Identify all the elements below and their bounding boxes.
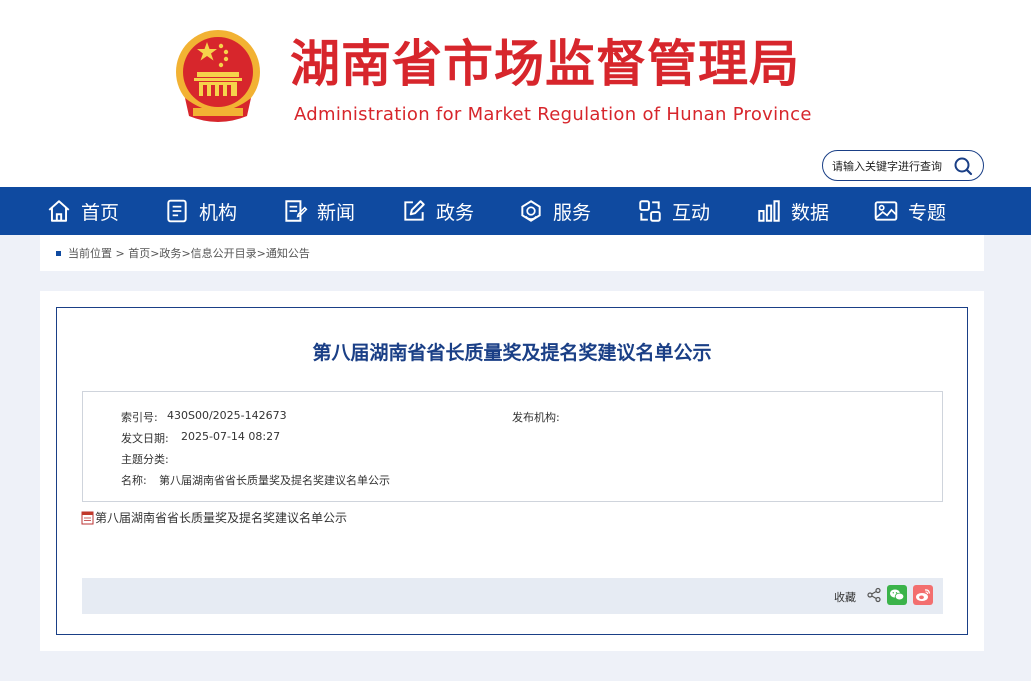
- breadcrumb-item-home[interactable]: 首页: [128, 247, 150, 260]
- nav-item-news[interactable]: 新闻: [282, 187, 355, 235]
- share-bar: 收藏: [82, 578, 943, 614]
- index-value: 430S00/2025-142673: [167, 409, 287, 422]
- interact-icon: [639, 200, 661, 222]
- wechat-icon: [890, 589, 905, 601]
- edit-icon: [404, 200, 425, 221]
- topic-label: 主题分类:: [121, 453, 169, 466]
- main-nav: 首页 机构 新闻 政务 服务 互动 数据 专题: [0, 187, 1031, 235]
- nav-label: 专题: [908, 201, 947, 224]
- collect-button[interactable]: 收藏: [834, 589, 856, 605]
- breadcrumb-item-notices[interactable]: >通知公告: [257, 247, 310, 260]
- site-title: 湖南省市场监督管理局: [290, 35, 800, 93]
- nav-label: 机构: [199, 201, 238, 224]
- index-label: 索引号:: [121, 411, 158, 424]
- nav-item-interaction[interactable]: 互动: [637, 187, 710, 235]
- content-panel: 第八届湖南省省长质量奖及提名奖建议名单公示 索引号: 430S00/2025-1…: [40, 291, 984, 651]
- nav-item-organization[interactable]: 机构: [164, 187, 237, 235]
- site-header: 湖南省市场监督管理局 Administration for Market Reg…: [0, 0, 1031, 187]
- document-icon: [81, 511, 94, 524]
- publisher-label: 发布机构:: [512, 411, 560, 424]
- search-input[interactable]: 请输入关键字进行查询: [822, 150, 984, 181]
- news-icon: [285, 200, 308, 222]
- nav-label: 互动: [672, 201, 711, 224]
- national-emblem-icon: [176, 30, 260, 122]
- nav-item-data[interactable]: 数据: [756, 187, 829, 235]
- weibo-share-button[interactable]: [913, 585, 933, 605]
- nav-item-home[interactable]: 首页: [46, 187, 119, 235]
- weibo-icon: [916, 589, 931, 601]
- share-icon[interactable]: [866, 587, 882, 603]
- bullet-icon: [56, 251, 61, 256]
- breadcrumb-item-catalog[interactable]: >信息公开目录: [181, 247, 256, 260]
- search-placeholder: 请输入关键字进行查询: [832, 160, 942, 173]
- breadcrumb-text: 当前位置 > 首页>政务>信息公开目录>通知公告: [68, 245, 310, 261]
- breadcrumb: 当前位置 > 首页>政务>信息公开目录>通知公告: [40, 235, 984, 271]
- service-icon: [521, 200, 541, 222]
- chart-icon: [758, 200, 780, 222]
- nav-label: 新闻: [317, 201, 356, 224]
- name-value: 第八届湖南省省长质量奖及提名奖建议名单公示: [159, 474, 390, 487]
- article-title: 第八届湖南省省长质量奖及提名奖建议名单公示: [312, 342, 712, 364]
- attachment-label: 第八届湖南省省长质量奖及提名奖建议名单公示: [95, 511, 348, 525]
- home-icon: [48, 200, 70, 222]
- nav-label: 服务: [553, 201, 592, 224]
- nav-item-topics[interactable]: 专题: [873, 187, 946, 235]
- nav-label: 数据: [791, 201, 830, 224]
- breadcrumb-item-affairs[interactable]: >政务: [150, 247, 181, 260]
- nav-item-affairs[interactable]: 政务: [401, 187, 474, 235]
- search-icon[interactable]: [953, 156, 973, 176]
- date-label: 发文日期:: [121, 432, 169, 445]
- nav-label: 首页: [81, 201, 120, 224]
- attachment-link[interactable]: 第八届湖南省省长质量奖及提名奖建议名单公示: [81, 509, 347, 526]
- breadcrumb-prefix: 当前位置 >: [68, 247, 129, 260]
- book-icon: [167, 199, 187, 223]
- wechat-share-button[interactable]: [887, 585, 907, 605]
- article-frame: 第八届湖南省省长质量奖及提名奖建议名单公示 索引号: 430S00/2025-1…: [56, 307, 968, 635]
- site-subtitle: Administration for Market Regulation of …: [294, 104, 812, 125]
- metadata-box: 索引号: 430S00/2025-142673 发布机构: 发文日期: 2025…: [82, 391, 943, 502]
- nav-item-service[interactable]: 服务: [518, 187, 591, 235]
- nav-label: 政务: [436, 201, 475, 224]
- image-icon: [874, 201, 898, 221]
- name-label: 名称:: [121, 474, 147, 487]
- date-value: 2025-07-14 08:27: [181, 430, 281, 443]
